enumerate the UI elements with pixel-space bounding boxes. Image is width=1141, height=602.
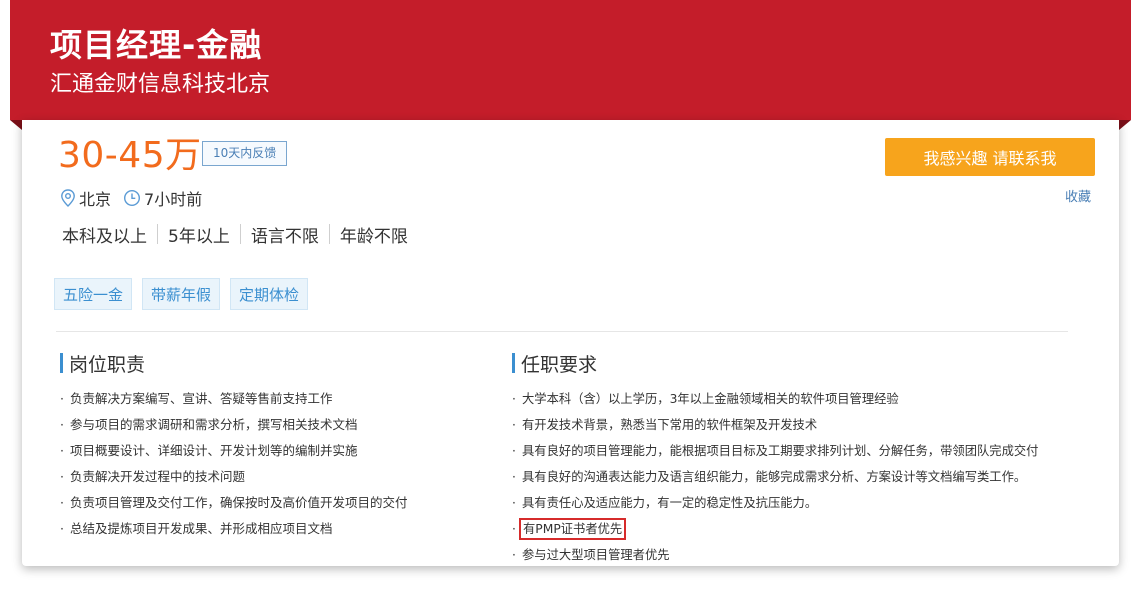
list-item: 负责解决开发过程中的技术问题 — [60, 464, 500, 490]
clock-icon — [123, 189, 141, 207]
list-item: 具有责任心及适应能力，有一定的稳定性及抗压能力。 — [512, 490, 1102, 516]
list-item: 负责项目管理及交付工作，确保按时及高价值开发项目的交付 — [60, 490, 500, 516]
benefit-tag: 定期体检 — [230, 278, 309, 310]
company-name[interactable]: 汇通金财信息科技北京 — [50, 66, 270, 98]
section-title-bar — [512, 353, 515, 373]
requirement-separator — [328, 224, 330, 244]
job-detail-page: 项目经理-金融 汇通金财信息科技北京 30-45万 10天内反馈 北京 7小时前 — [0, 0, 1141, 602]
header-fold-left — [10, 120, 22, 130]
posted-time: 7小时前 — [144, 190, 203, 209]
list-item: 有开发技术背景，熟悉当下常用的软件框架及开发技术 — [512, 412, 1102, 438]
list-item: 参与项目的需求调研和需求分析，撰写相关技术文档 — [60, 412, 500, 438]
section-title: 岗位职责 — [60, 350, 500, 376]
benefit-tags: 五险一金 带薪年假 定期体检 — [54, 278, 309, 310]
requirement-education: 本科及以上 — [62, 226, 147, 247]
section-divider — [56, 331, 1068, 332]
location-pin-icon — [60, 189, 76, 207]
job-card: 30-45万 10天内反馈 北京 7小时前 本科及以上 5年以上 语言不限 年龄… — [22, 120, 1119, 568]
list-item: 大学本科（含）以上学历，3年以上金融领域相关的软件项目管理经验 — [512, 386, 1102, 412]
requirement-separator — [239, 224, 241, 244]
list-item: 参与过大型项目管理者优先 — [512, 542, 1102, 568]
favorite-link[interactable]: 收藏 — [1065, 186, 1091, 205]
benefit-tag: 五险一金 — [54, 278, 133, 310]
requirement-language: 语言不限 — [250, 226, 319, 247]
list-item: 总结及提炼项目开发成果、并形成相应项目文档 — [60, 516, 500, 542]
section-title-bar — [60, 353, 63, 373]
job-header: 项目经理-金融 汇通金财信息科技北京 — [10, 0, 1131, 120]
list-item: 项目概要设计、详细设计、开发计划等的编制并实施 — [60, 438, 500, 464]
header-fold-right — [1119, 120, 1131, 130]
feedback-badge: 10天内反馈 — [202, 141, 288, 166]
responsibilities-section: 岗位职责 负责解决方案编写、宣讲、答疑等售前支持工作 参与项目的需求调研和需求分… — [60, 350, 500, 542]
qualifications-list: 大学本科（含）以上学历，3年以上金融领域相关的软件项目管理经验 有开发技术背景，… — [512, 386, 1102, 568]
interest-contact-button[interactable]: 我感兴趣 请联系我 — [885, 138, 1095, 176]
job-meta: 北京 7小时前 — [60, 186, 202, 210]
list-item: 具有良好的沟通表达能力及语言组织能力，能够完成需求分析、方案设计等文档编写类工作… — [512, 464, 1102, 490]
requirement-separator — [157, 224, 158, 244]
list-item: 有PMP证书者优先 — [512, 516, 1102, 542]
salary: 30-45万 — [58, 135, 202, 176]
qualifications-section: 任职要求 大学本科（含）以上学历，3年以上金融领域相关的软件项目管理经验 有开发… — [512, 350, 1102, 568]
responsibilities-title: 岗位职责 — [69, 353, 146, 376]
list-item: 具有良好的项目管理能力，能根据项目目标及工期要求排列计划、分解任务，带领团队完成… — [512, 438, 1102, 464]
benefit-tag: 带薪年假 — [142, 278, 221, 310]
highlighted-requirement: 有PMP证书者优先 — [518, 518, 627, 540]
requirement-age: 年龄不限 — [339, 226, 408, 247]
job-location: 北京 — [79, 190, 112, 209]
job-requirements: 本科及以上 5年以上 语言不限 年龄不限 — [62, 222, 408, 247]
requirement-experience: 5年以上 — [168, 226, 230, 247]
list-item: 负责解决方案编写、宣讲、答疑等售前支持工作 — [60, 386, 500, 412]
section-title: 任职要求 — [512, 350, 1102, 376]
responsibilities-list: 负责解决方案编写、宣讲、答疑等售前支持工作 参与项目的需求调研和需求分析，撰写相… — [60, 386, 500, 542]
qualifications-title: 任职要求 — [521, 353, 598, 376]
job-title: 项目经理-金融 — [50, 26, 263, 64]
